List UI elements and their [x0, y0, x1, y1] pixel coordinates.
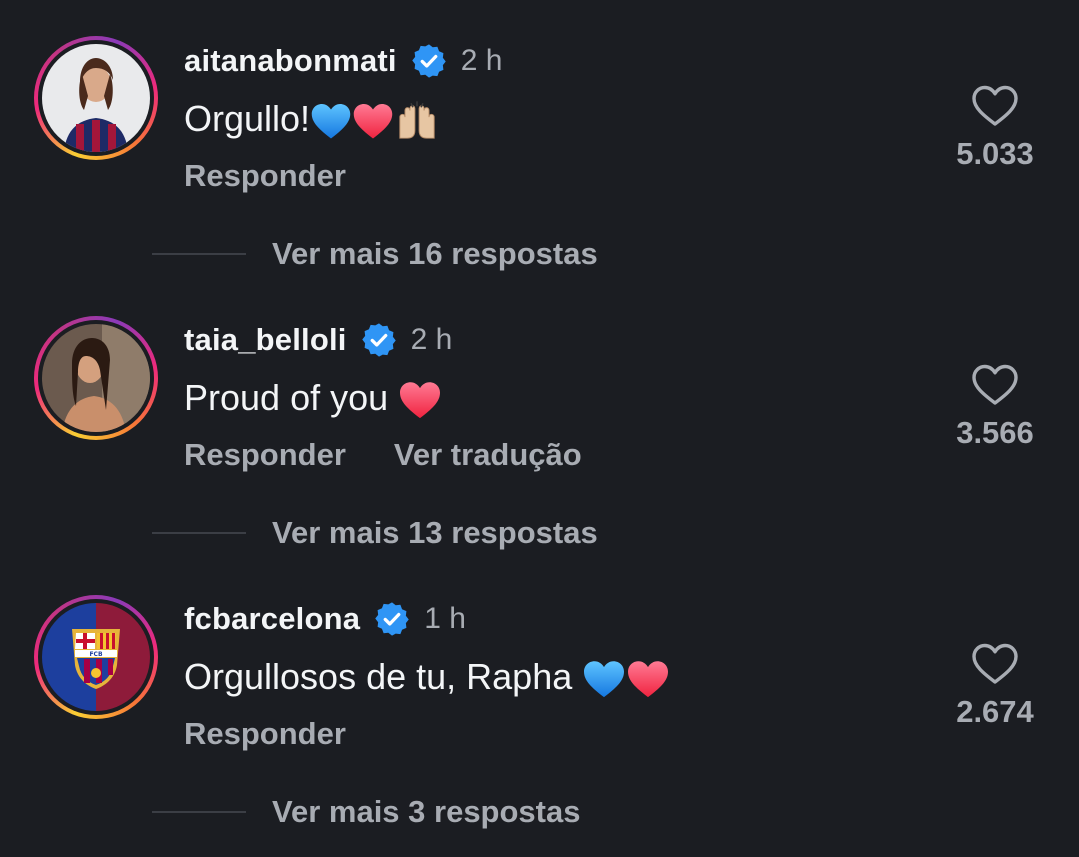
red-heart-emoji-icon	[398, 380, 442, 420]
verified-badge-icon	[411, 43, 447, 79]
view-more-replies[interactable]: Ver mais 16 respostas	[152, 236, 598, 272]
like-area: 5.033	[945, 84, 1045, 172]
timestamp: 2 h	[410, 323, 453, 356]
view-more-replies[interactable]: Ver mais 3 respostas	[152, 794, 580, 830]
reply-button[interactable]: Responder	[184, 158, 346, 194]
reply-button[interactable]: Responder	[184, 716, 346, 752]
comment-text: Proud of you	[184, 377, 442, 420]
avatar-ring[interactable]	[34, 36, 158, 160]
username[interactable]: fcbarcelona	[184, 601, 360, 637]
like-area: 2.674	[945, 642, 1045, 730]
timestamp: 2 h	[460, 44, 503, 77]
avatar: FCB	[42, 603, 150, 711]
reply-button[interactable]: Responder	[184, 437, 346, 473]
username[interactable]: aitanabonmati	[184, 43, 397, 79]
verified-badge-icon	[361, 322, 397, 358]
view-more-replies-label[interactable]: Ver mais 16 respostas	[272, 236, 598, 272]
like-count: 3.566	[956, 415, 1034, 450]
comment-text: Orgullo!	[184, 98, 440, 142]
username[interactable]: taia_belloli	[184, 322, 347, 358]
avatar	[42, 324, 150, 432]
view-more-replies[interactable]: Ver mais 13 respostas	[152, 515, 598, 551]
view-more-replies-label[interactable]: Ver mais 13 respostas	[272, 515, 598, 551]
like-count: 5.033	[956, 136, 1034, 171]
red-heart-emoji-icon	[352, 101, 394, 141]
raised-hands-emoji-icon	[394, 100, 440, 142]
timestamp: 1 h	[424, 602, 466, 635]
verified-badge-icon	[374, 601, 410, 637]
avatar-ring[interactable]: FCB	[34, 595, 158, 719]
like-count: 2.674	[956, 694, 1034, 729]
like-heart-icon[interactable]	[971, 642, 1019, 686]
like-heart-icon[interactable]	[971, 363, 1019, 407]
blue-heart-emoji-icon	[582, 659, 626, 699]
comment-text: Orgullosos de tu, Rapha	[184, 656, 670, 699]
avatar-ring[interactable]	[34, 316, 158, 440]
svg-text:FCB: FCB	[89, 651, 103, 658]
divider-line	[152, 253, 246, 255]
blue-heart-emoji-icon	[310, 101, 352, 141]
divider-line	[152, 811, 246, 813]
like-area: 3.566	[945, 363, 1045, 451]
divider-line	[152, 532, 246, 534]
avatar	[42, 44, 150, 152]
view-more-replies-label[interactable]: Ver mais 3 respostas	[272, 794, 580, 830]
like-heart-icon[interactable]	[971, 84, 1019, 128]
fcb-crest-icon: FCB	[42, 603, 150, 711]
translate-button[interactable]: Ver tradução	[394, 437, 582, 473]
red-heart-emoji-icon	[626, 659, 670, 699]
